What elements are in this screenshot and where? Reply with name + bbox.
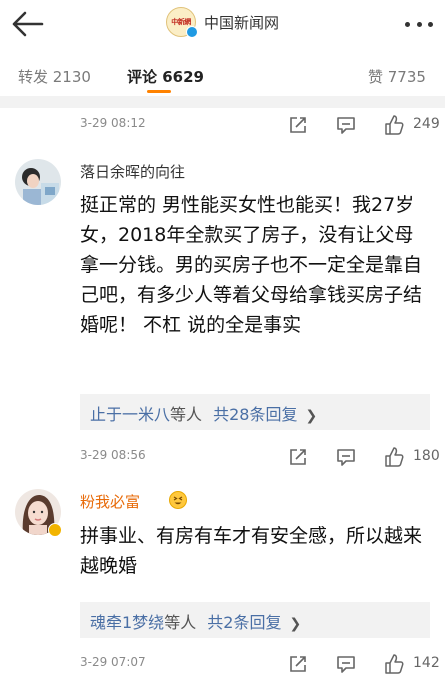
back-arrow-icon[interactable] bbox=[10, 8, 46, 40]
reply-icon[interactable] bbox=[331, 442, 361, 472]
tab-likes[interactable]: 赞 7735 bbox=[368, 66, 426, 87]
replies-preview[interactable]: 魂牵1梦绕等人 共2条回复 ❯ bbox=[80, 602, 430, 638]
like-icon[interactable] bbox=[379, 649, 409, 679]
reply-names: 魂牵1梦绕 bbox=[90, 613, 165, 632]
like-count: 249 bbox=[413, 116, 440, 132]
like-icon[interactable] bbox=[379, 442, 409, 472]
comment-time: 3-29 08:12 bbox=[80, 116, 146, 130]
like-count: 142 bbox=[413, 655, 440, 671]
active-tab-indicator bbox=[147, 90, 171, 93]
share-icon[interactable] bbox=[283, 649, 313, 679]
like-icon[interactable] bbox=[379, 110, 409, 140]
replies-preview[interactable]: 止于一米八等人 共28条回复 ❯ bbox=[80, 394, 430, 430]
tab-comments[interactable]: 评论 6629 bbox=[127, 66, 204, 87]
more-options-icon[interactable] bbox=[405, 12, 433, 36]
account-header[interactable]: 中新網 中国新闻网 bbox=[166, 6, 279, 38]
share-icon[interactable] bbox=[283, 110, 313, 140]
comment-username[interactable]: 落日余晖的向往 bbox=[80, 161, 185, 182]
reply-count: 共28条回复 bbox=[213, 405, 298, 424]
share-icon[interactable] bbox=[283, 442, 313, 472]
comment-meta-row: 3-29 08:12 249 bbox=[0, 105, 445, 145]
comment-text: 拼事业、有房有车才有安全感，所以越来越晚婚 bbox=[80, 525, 423, 577]
comment-username[interactable]: 粉我必富 bbox=[80, 491, 140, 512]
chevron-right-icon: ❯ bbox=[289, 616, 302, 632]
reply-mid: 等人 bbox=[164, 613, 197, 632]
top-bar: 中新網 中国新闻网 bbox=[0, 0, 445, 48]
verified-badge-icon bbox=[186, 26, 198, 38]
reply-count: 共2条回复 bbox=[207, 613, 282, 632]
logo-text: 中新網 bbox=[171, 17, 191, 26]
emoji-icon bbox=[168, 490, 188, 510]
like-count: 180 bbox=[413, 448, 440, 464]
comment-text: 挺正常的 男性能买女性也能买！我27岁 女，2018年全款买了房子，没有让父母拿… bbox=[80, 194, 423, 336]
comment-time: 3-29 07:07 bbox=[80, 655, 146, 669]
comment-meta-row: 3-29 08:56 180 bbox=[0, 437, 445, 477]
chevron-right-icon: ❯ bbox=[305, 408, 318, 424]
account-logo: 中新網 bbox=[166, 7, 198, 38]
comment-meta-row: 3-29 07:07 142 bbox=[0, 644, 445, 684]
verified-badge-icon bbox=[48, 523, 62, 537]
tab-reposts[interactable]: 转发 2130 bbox=[18, 66, 91, 87]
reply-mid: 等人 bbox=[170, 405, 203, 424]
tab-bar: 转发 2130 评论 6629 赞 7735 bbox=[0, 56, 445, 94]
reply-icon[interactable] bbox=[331, 649, 361, 679]
reply-names: 止于一米八 bbox=[90, 405, 171, 424]
account-name: 中国新闻网 bbox=[204, 13, 280, 32]
comment-time: 3-29 08:56 bbox=[80, 448, 146, 462]
reply-icon[interactable] bbox=[331, 110, 361, 140]
avatar[interactable] bbox=[15, 159, 61, 205]
